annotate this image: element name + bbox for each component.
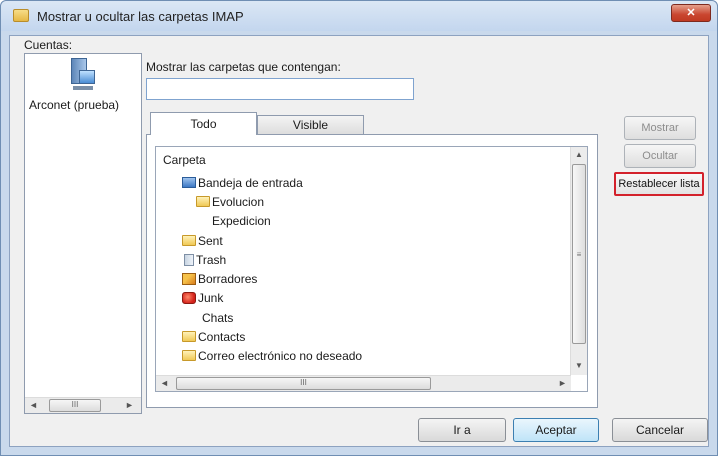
folder-label: Chats: [202, 311, 234, 325]
folder-label: Borradores: [198, 272, 258, 286]
scroll-right-icon[interactable]: ►: [558, 378, 567, 388]
folder-label: Correo electrónico no deseado: [198, 349, 363, 363]
tab-todo[interactable]: Todo: [150, 112, 257, 135]
tab-visible[interactable]: Visible: [257, 115, 364, 135]
title-bar[interactable]: Mostrar u ocultar las carpetas IMAP ✕: [1, 1, 717, 31]
folder-row[interactable]: Trash: [182, 252, 226, 269]
folder-label: Evolucion: [212, 195, 265, 209]
scroll-right-icon[interactable]: ►: [125, 400, 134, 410]
scroll-up-icon[interactable]: ▲: [575, 150, 583, 159]
folder-row[interactable]: Sent: [182, 233, 223, 250]
scroll-thumb[interactable]: III: [176, 377, 431, 390]
folder-row[interactable]: Bandeja de entrada: [182, 175, 303, 192]
filter-label: Mostrar las carpetas que contengan:: [146, 60, 341, 74]
goto-button[interactable]: Ir a: [418, 418, 506, 442]
folder-row[interactable]: Evolucion: [196, 194, 264, 211]
folder-label: Trash: [196, 253, 227, 267]
folder-row[interactable]: Contacts: [182, 329, 245, 346]
scroll-left-icon[interactable]: ◄: [160, 378, 169, 388]
scroll-thumb[interactable]: III: [49, 399, 101, 412]
folder-row[interactable]: Chats: [202, 310, 233, 327]
folder-label: Junk: [198, 291, 224, 305]
folder-label: Expedicion: [212, 214, 271, 228]
accounts-label: Cuentas:: [24, 38, 73, 52]
column-header[interactable]: Carpeta: [163, 153, 206, 167]
accounts-horizontal-scrollbar[interactable]: ◄ III ►: [25, 397, 141, 413]
folder-label: Sent: [198, 234, 223, 248]
account-label: Arconet (prueba): [29, 98, 120, 112]
hide-button[interactable]: Ocultar: [624, 144, 696, 168]
scroll-thumb[interactable]: ≡: [572, 164, 586, 344]
folder-row[interactable]: Borradores: [182, 271, 257, 288]
folder-icon: [182, 331, 196, 343]
folder-icon: [13, 9, 29, 22]
tree-vertical-scrollbar[interactable]: ▲ ≡ ▼: [570, 147, 587, 375]
scroll-down-icon[interactable]: ▼: [575, 361, 583, 370]
drafts-icon: [182, 272, 196, 285]
cancel-button[interactable]: Cancelar: [612, 418, 708, 442]
junk-icon: [182, 291, 196, 304]
folder-row[interactable]: Junk: [182, 290, 223, 307]
scroll-left-icon[interactable]: ◄: [29, 400, 38, 410]
folder-label: Contacts: [198, 330, 246, 344]
folder-tree[interactable]: Carpeta Bandeja de entrada Evolucion Exp…: [155, 146, 588, 392]
folder-label: Bandeja de entrada: [198, 176, 303, 190]
inbox-icon: [182, 177, 196, 189]
filter-input[interactable]: [146, 78, 414, 100]
reset-list-button[interactable]: Restablecer lista: [614, 172, 704, 196]
trash-icon: [184, 253, 194, 266]
folder-icon: [182, 235, 196, 247]
close-button[interactable]: ✕: [671, 4, 711, 22]
server-computer-icon: [69, 58, 95, 92]
tree-horizontal-scrollbar[interactable]: ◄ III ►: [156, 375, 571, 391]
folder-icon: [182, 350, 196, 362]
window-title: Mostrar u ocultar las carpetas IMAP: [37, 9, 244, 24]
folder-row[interactable]: Expedicion: [212, 213, 271, 230]
ok-button[interactable]: Aceptar: [513, 418, 599, 442]
accounts-list[interactable]: Arconet (prueba) ◄ III ►: [24, 53, 142, 414]
folder-row[interactable]: Correo electrónico no deseado: [182, 348, 362, 365]
show-button[interactable]: Mostrar: [624, 116, 696, 140]
folder-icon: [196, 196, 210, 208]
account-item[interactable]: Arconet (prueba): [25, 54, 141, 118]
